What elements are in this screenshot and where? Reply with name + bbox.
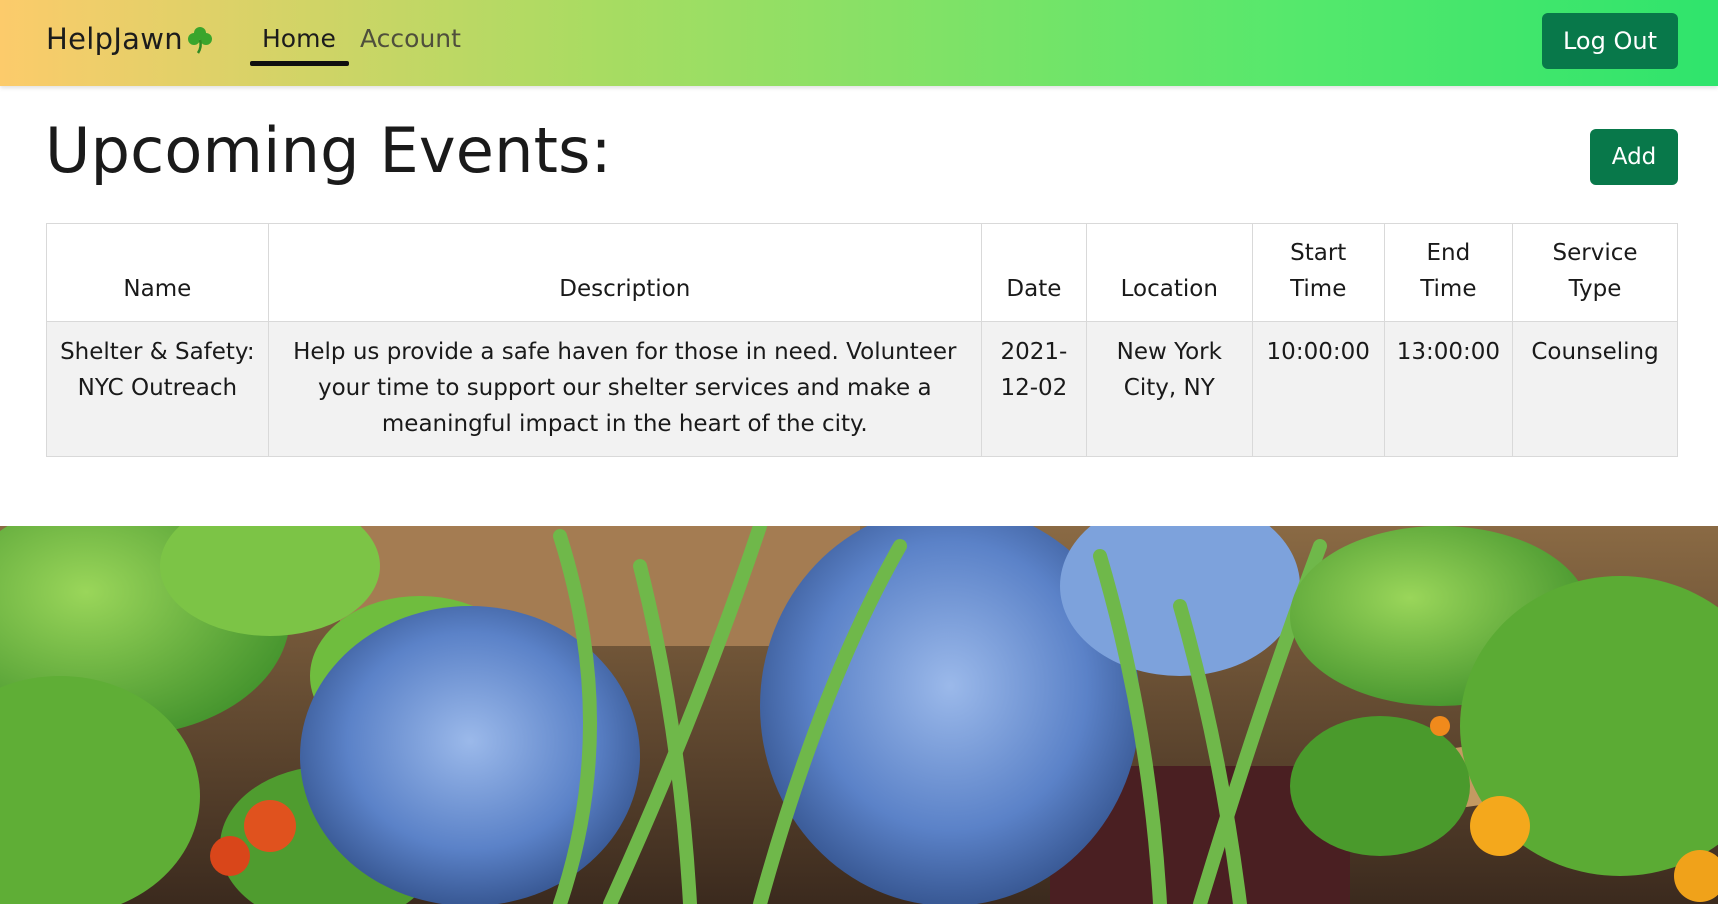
garden-banner-image <box>0 526 1718 904</box>
column-header-name: Name <box>46 223 269 322</box>
brand-name: HelpJawn <box>46 22 183 56</box>
column-header-date: Date <box>980 223 1087 322</box>
cell-location: New York City, NY <box>1085 321 1253 457</box>
column-header-start-time: Start Time <box>1251 223 1385 322</box>
cell-service-type: Counseling <box>1512 321 1678 457</box>
active-tab-indicator <box>250 61 349 66</box>
column-header-description: Description <box>267 223 982 322</box>
page-title: Upcoming Events: <box>45 114 612 187</box>
cell-name: Shelter & Safety: NYC Outreach <box>46 321 269 457</box>
nav-link-home[interactable]: Home <box>262 24 336 53</box>
table-header-row: Name Description Date Location Start Tim… <box>46 223 1678 322</box>
events-table: Name Description Date Location Start Tim… <box>46 223 1678 457</box>
brand-logo[interactable]: HelpJawn <box>46 22 215 56</box>
cell-end-time: 13:00:00 <box>1383 321 1514 457</box>
top-navbar: HelpJawn Home Account Log Out <box>0 0 1718 86</box>
cell-date: 2021-12-02 <box>980 321 1087 457</box>
add-event-button[interactable]: Add <box>1590 129 1678 185</box>
column-header-location: Location <box>1085 223 1253 322</box>
cell-start-time: 10:00:00 <box>1251 321 1385 457</box>
shamrock-icon <box>187 27 212 54</box>
cell-description: Help us provide a safe haven for those i… <box>267 321 982 457</box>
nav-link-account[interactable]: Account <box>360 24 461 53</box>
logout-button[interactable]: Log Out <box>1542 13 1678 69</box>
table-row[interactable]: Shelter & Safety: NYC Outreach Help us p… <box>46 321 1678 457</box>
column-header-service-type: Service Type <box>1512 223 1678 322</box>
column-header-end-time: End Time <box>1383 223 1514 322</box>
